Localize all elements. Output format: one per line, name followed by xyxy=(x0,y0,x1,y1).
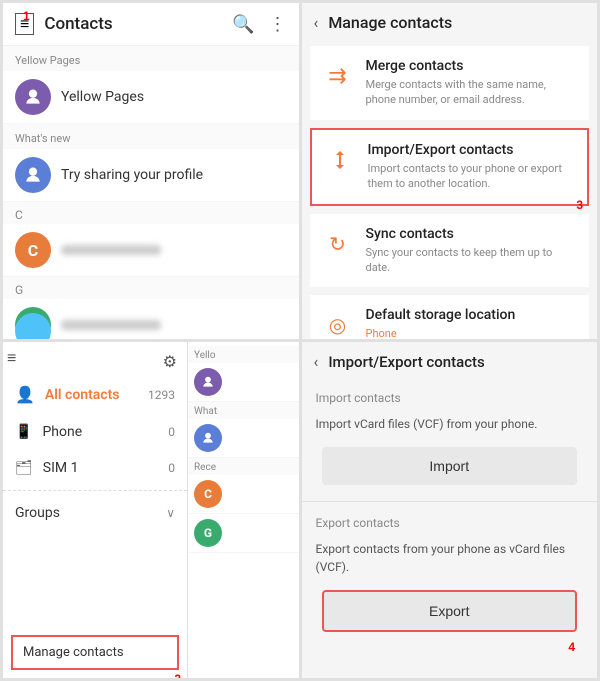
contact-row-yellowpages[interactable]: Yellow Pages xyxy=(3,71,299,124)
mini-section-rece: Rece xyxy=(188,458,299,475)
badge-4: 4 xyxy=(568,640,575,654)
mini-row-what xyxy=(188,419,299,458)
sim-icon: 🗂 xyxy=(15,460,33,476)
storage-content: Default storage location Phone xyxy=(366,307,516,339)
mini-avatar-g: G xyxy=(194,519,222,547)
mini-row-c: C xyxy=(188,475,299,514)
mini-avatar-c: C xyxy=(194,480,222,508)
export-button[interactable]: Export xyxy=(322,590,578,632)
phone-icon: 📱 xyxy=(15,424,32,440)
mini-avatar-what xyxy=(194,424,222,452)
menu-item-sync[interactable]: ↻ Sync contacts Sync your contacts to ke… xyxy=(310,214,590,288)
manage-contacts-button[interactable]: Manage contacts xyxy=(11,635,179,670)
sidebar-spacer xyxy=(3,531,187,627)
all-contacts-count: 1293 xyxy=(148,388,175,402)
menu-item-import-export[interactable]: Import/Export contacts Import contacts t… xyxy=(310,128,590,206)
contact-row-profile[interactable]: Try sharing your profile xyxy=(3,149,299,202)
panel-manage-menu: ‹ Manage contacts ⇉ Merge contacts Merge… xyxy=(302,3,598,339)
import-export-topbar: ‹ Import/Export contacts xyxy=(302,342,598,381)
contact-name-g-blurred xyxy=(61,320,161,330)
alpha-c: C xyxy=(3,202,299,224)
contact-name-profile: Try sharing your profile xyxy=(61,167,203,183)
merge-title: Merge contacts xyxy=(366,58,578,74)
sync-desc: Sync your contacts to keep them up to da… xyxy=(366,245,578,276)
panel-sidebar: ⚙ 👤 All contacts 1293 📱 Phone 0 🗂 SIM 1 … xyxy=(3,342,299,678)
badge-3: 3 xyxy=(576,198,583,212)
mini-avatar-yello xyxy=(194,368,222,396)
avatar-profile xyxy=(15,157,51,193)
import-export-separator xyxy=(302,501,598,502)
panel-manage-right: Yello What Rece C G ≡ xyxy=(188,342,299,678)
import-button[interactable]: Import xyxy=(322,447,578,485)
merge-desc: Merge contacts with the same name, phone… xyxy=(366,77,578,108)
contact-row-c[interactable]: C xyxy=(3,224,299,277)
sidebar-label-sim1: SIM 1 xyxy=(43,460,79,476)
section-whats-new: What's new xyxy=(3,124,299,149)
topbar-icons: 🔍 ⋮ xyxy=(232,14,286,35)
menu-item-merge[interactable]: ⇉ Merge contacts Merge contacts with the… xyxy=(310,46,590,120)
import-export-desc: Import contacts to your phone or export … xyxy=(368,161,576,192)
sync-title: Sync contacts xyxy=(366,226,578,242)
badge-2: 2 xyxy=(174,672,181,678)
sync-content: Sync contacts Sync your contacts to keep… xyxy=(366,226,578,276)
mini-section-what: What xyxy=(188,402,299,419)
sidebar: ⚙ 👤 All contacts 1293 📱 Phone 0 🗂 SIM 1 … xyxy=(3,342,188,678)
avatar-c: C xyxy=(15,232,51,268)
alpha-g: G xyxy=(3,277,299,299)
storage-subtitle: Phone xyxy=(366,326,516,339)
badge-1: 1 xyxy=(23,9,30,23)
import-section-desc: Import vCard files (VCF) from your phone… xyxy=(302,409,598,443)
sidebar-divider xyxy=(3,490,187,491)
back-arrow-icon[interactable]: ‹ xyxy=(314,13,319,32)
manage-contacts-title: Manage contacts xyxy=(328,13,452,32)
merge-icon: ⇉ xyxy=(322,60,354,92)
manage-contacts-wrapper: Manage contacts 2 xyxy=(3,627,187,678)
sim1-count: 0 xyxy=(168,461,175,475)
sidebar-label-all: All contacts xyxy=(45,387,120,403)
sidebar-item-all-contacts[interactable]: 👤 All contacts 1293 xyxy=(3,375,187,414)
person-icon: 👤 xyxy=(15,385,35,404)
panel-import-export: ‹ Import/Export contacts Import contacts… xyxy=(302,342,598,678)
import-export-icon xyxy=(324,144,356,176)
sidebar-item-groups[interactable]: Groups ∨ xyxy=(3,495,187,531)
manage-contacts-topbar: ‹ Manage contacts xyxy=(302,3,598,42)
sidebar-item-phone[interactable]: 📱 Phone 0 xyxy=(3,414,187,450)
menu-item-default-storage[interactable]: ◎ Default storage location Phone xyxy=(310,295,590,339)
phone-count: 0 xyxy=(168,425,175,439)
contacts-title: Contacts xyxy=(44,14,232,34)
search-icon[interactable]: 🔍 xyxy=(232,14,254,35)
import-export-title: Import/Export contacts xyxy=(368,142,576,158)
import-export-page-title: Import/Export contacts xyxy=(328,353,484,371)
sync-icon: ↻ xyxy=(322,228,354,260)
export-section-header: Export contacts xyxy=(302,506,598,534)
export-btn-wrapper: Export 4 xyxy=(302,586,598,644)
contact-name-yellowpages: Yellow Pages xyxy=(61,89,144,105)
mini-row-yello xyxy=(188,363,299,402)
storage-icon: ◎ xyxy=(322,309,354,339)
chevron-down-icon: ∨ xyxy=(166,506,175,520)
sidebar-label-phone: Phone xyxy=(42,424,82,440)
panel-contacts: ≡ Contacts 🔍 ⋮ 1 Yellow Pages Yellow Pag… xyxy=(3,3,299,339)
import-export-content: Import/Export contacts Import contacts t… xyxy=(368,142,576,192)
section-yellow-pages: Yellow Pages xyxy=(3,46,299,71)
export-section-desc: Export contacts from your phone as vCard… xyxy=(302,534,598,586)
back-arrow-import-icon[interactable]: ‹ xyxy=(314,352,319,371)
contacts-topbar: ≡ Contacts 🔍 ⋮ 1 xyxy=(3,3,299,46)
storage-title: Default storage location xyxy=(366,307,516,323)
mini-topbar: ≡ xyxy=(188,348,299,368)
sidebar-label-groups: Groups xyxy=(15,505,166,521)
import-section-header: Import contacts xyxy=(302,381,598,409)
merge-content: Merge contacts Merge contacts with the s… xyxy=(366,58,578,108)
avatar-yellowpages xyxy=(15,79,51,115)
sidebar-item-sim1[interactable]: 🗂 SIM 1 0 xyxy=(3,450,187,486)
more-options-icon[interactable]: ⋮ xyxy=(269,14,287,35)
contact-name-c-blurred xyxy=(61,245,161,255)
mini-row-g: G xyxy=(188,514,299,553)
